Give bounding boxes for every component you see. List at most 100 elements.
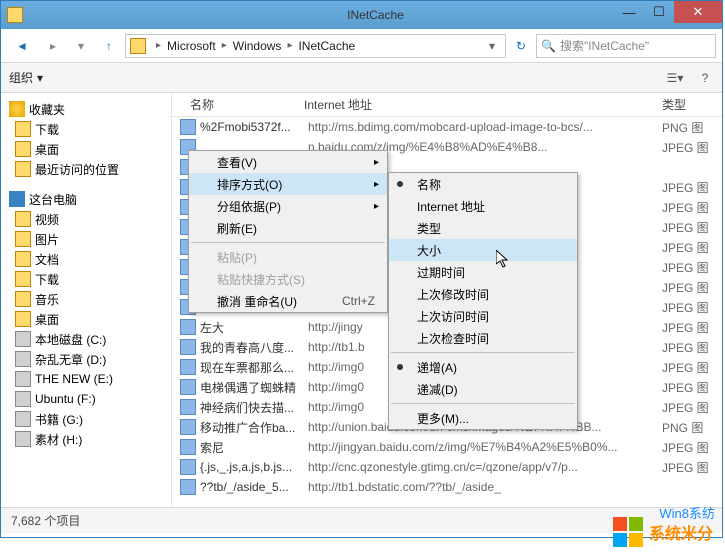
file-icon — [180, 439, 196, 455]
col-address[interactable]: Internet 地址 — [300, 96, 662, 113]
folder-icon — [130, 38, 146, 54]
tree-pictures[interactable]: 图片 — [1, 229, 171, 249]
file-name: 左大 — [200, 319, 300, 336]
tree-drive-h[interactable]: 素材 (H:) — [1, 429, 171, 449]
file-icon — [180, 119, 196, 135]
tree-videos[interactable]: 视频 — [1, 209, 171, 229]
tree-desktop2[interactable]: 桌面 — [1, 309, 171, 329]
breadcrumb[interactable]: ▸ Microsoft ▸ Windows ▸ INetCache ▾ — [125, 34, 506, 58]
folder-icon — [15, 251, 31, 267]
tree-downloads[interactable]: 下载 — [1, 119, 171, 139]
sort-address[interactable]: Internet 地址 — [389, 195, 577, 217]
sort-submenu[interactable]: 名称 Internet 地址 类型 大小 过期时间 上次修改时间 上次访问时间 … — [388, 172, 578, 430]
chevron-right-icon: ▸ — [374, 179, 379, 190]
crumb-inetcache[interactable]: INetCache — [296, 39, 357, 53]
file-icon — [180, 319, 196, 335]
col-type[interactable]: 类型 — [662, 96, 722, 113]
separator — [391, 352, 575, 353]
titlebar[interactable]: INetCache — ☐ ✕ — [1, 1, 722, 29]
chevron-right-icon: ▸ — [374, 157, 379, 168]
file-type: JPEG 图 — [662, 179, 722, 196]
file-name: 现在车票都那么... — [200, 359, 300, 376]
tree-music[interactable]: 音乐 — [1, 289, 171, 309]
file-name: 神经病们快去描... — [200, 399, 300, 416]
organize-button[interactable]: 组织 ▾ — [9, 69, 43, 86]
tree-drive-c[interactable]: 本地磁盘 (C:) — [1, 329, 171, 349]
sort-size[interactable]: 大小 — [389, 239, 577, 261]
folder-icon — [15, 271, 31, 287]
windows-logo-icon — [613, 517, 643, 547]
sort-descending[interactable]: 递减(D) — [389, 378, 577, 400]
sort-checked[interactable]: 上次检查时间 — [389, 327, 577, 349]
file-name: {.js,_.js,a.js,b.js... — [200, 460, 300, 474]
folder-icon — [7, 7, 23, 23]
sort-name[interactable]: 名称 — [389, 173, 577, 195]
file-address: http://jingyan.baidu.com/z/img/%E7%B4%A2… — [300, 440, 662, 454]
file-type: JPEG 图 — [662, 399, 722, 416]
favorites-section[interactable]: 收藏夹 — [1, 99, 171, 119]
tree-drive-f[interactable]: Ubuntu (F:) — [1, 389, 171, 409]
breadcrumb-dropdown[interactable]: ▾ — [483, 39, 501, 53]
radio-icon — [397, 181, 403, 187]
file-type: JPEG 图 — [662, 199, 722, 216]
folder-icon — [15, 211, 31, 227]
file-type: JPEG 图 — [662, 319, 722, 336]
up-button[interactable]: ↑ — [97, 34, 121, 58]
tree-drive-e[interactable]: THE NEW (E:) — [1, 369, 171, 389]
folder-icon — [15, 141, 31, 157]
back-button[interactable]: ◄ — [7, 32, 37, 60]
help-button[interactable]: ? — [696, 69, 714, 87]
context-menu[interactable]: 查看(V)▸ 排序方式(O)▸ 分组依据(P)▸ 刷新(E) 粘贴(P) 粘贴快… — [188, 150, 388, 313]
crumb-windows[interactable]: Windows — [231, 39, 284, 53]
close-button[interactable]: ✕ — [674, 1, 722, 23]
file-row[interactable]: ??tb/_/aside_5...http://tb1.bdstatic.com… — [172, 477, 722, 497]
sort-modified[interactable]: 上次修改时间 — [389, 283, 577, 305]
tree-drive-d[interactable]: 杂乱无章 (D:) — [1, 349, 171, 369]
file-row[interactable]: %2Fmobi5372f...http://ms.bdimg.com/mobca… — [172, 117, 722, 137]
tree-desktop[interactable]: 桌面 — [1, 139, 171, 159]
menu-view[interactable]: 查看(V)▸ — [189, 151, 387, 173]
sort-ascending[interactable]: 递增(A) — [389, 356, 577, 378]
file-type: JPEG 图 — [662, 459, 722, 476]
file-name: 移动推广合作ba... — [200, 419, 300, 436]
file-type: PNG 图 — [662, 119, 722, 136]
navigation-tree[interactable]: 收藏夹 下载 桌面 最近访问的位置 这台电脑 视频 图片 文档 下载 音乐 桌面… — [1, 93, 172, 507]
forward-button[interactable]: ▸ — [41, 34, 65, 58]
maximize-button[interactable]: ☐ — [644, 1, 674, 23]
col-name[interactable]: 名称 — [172, 96, 300, 113]
pc-icon — [9, 191, 25, 207]
menu-refresh[interactable]: 刷新(E) — [189, 217, 387, 239]
file-row[interactable]: {.js,_.js,a.js,b.js...http://cnc.qzonest… — [172, 457, 722, 477]
search-input[interactable]: 🔍 搜索"INetCache" — [536, 34, 716, 58]
refresh-button[interactable]: ↻ — [510, 34, 532, 58]
file-type: JPEG 图 — [662, 359, 722, 376]
tree-downloads2[interactable]: 下载 — [1, 269, 171, 289]
file-row[interactable]: 索尼http://jingyan.baidu.com/z/img/%E7%B4%… — [172, 437, 722, 457]
minimize-button[interactable]: — — [614, 1, 644, 23]
sort-type[interactable]: 类型 — [389, 217, 577, 239]
drive-icon — [15, 391, 31, 407]
menu-group[interactable]: 分组依据(P)▸ — [189, 195, 387, 217]
file-address: http://tb1.bdstatic.com/??tb/_/aside_ — [300, 480, 662, 494]
file-icon — [180, 339, 196, 355]
thispc-section[interactable]: 这台电脑 — [1, 189, 171, 209]
file-name: 索尼 — [200, 439, 300, 456]
sort-expire[interactable]: 过期时间 — [389, 261, 577, 283]
tree-drive-g[interactable]: 书籍 (G:) — [1, 409, 171, 429]
drive-icon — [15, 431, 31, 447]
column-headers[interactable]: 名称 Internet 地址 类型 — [172, 93, 722, 117]
view-options-button[interactable]: ☰▾ — [666, 69, 684, 87]
sort-visited[interactable]: 上次访问时间 — [389, 305, 577, 327]
folder-icon — [15, 311, 31, 327]
menu-undo[interactable]: 撤消 重命名(U)Ctrl+Z — [189, 290, 387, 312]
crumb-microsoft[interactable]: Microsoft — [165, 39, 218, 53]
tree-documents[interactable]: 文档 — [1, 249, 171, 269]
command-bar: 组织 ▾ ☰▾ ? — [1, 63, 722, 93]
file-name: %2Fmobi5372f... — [200, 120, 300, 134]
search-icon: 🔍 — [541, 39, 556, 53]
menu-sort[interactable]: 排序方式(O)▸ — [189, 173, 387, 195]
menu-paste-shortcut: 粘贴快捷方式(S) — [189, 268, 387, 290]
sort-more[interactable]: 更多(M)... — [389, 407, 577, 429]
tree-recent[interactable]: 最近访问的位置 — [1, 159, 171, 179]
history-dropdown[interactable]: ▾ — [69, 34, 93, 58]
